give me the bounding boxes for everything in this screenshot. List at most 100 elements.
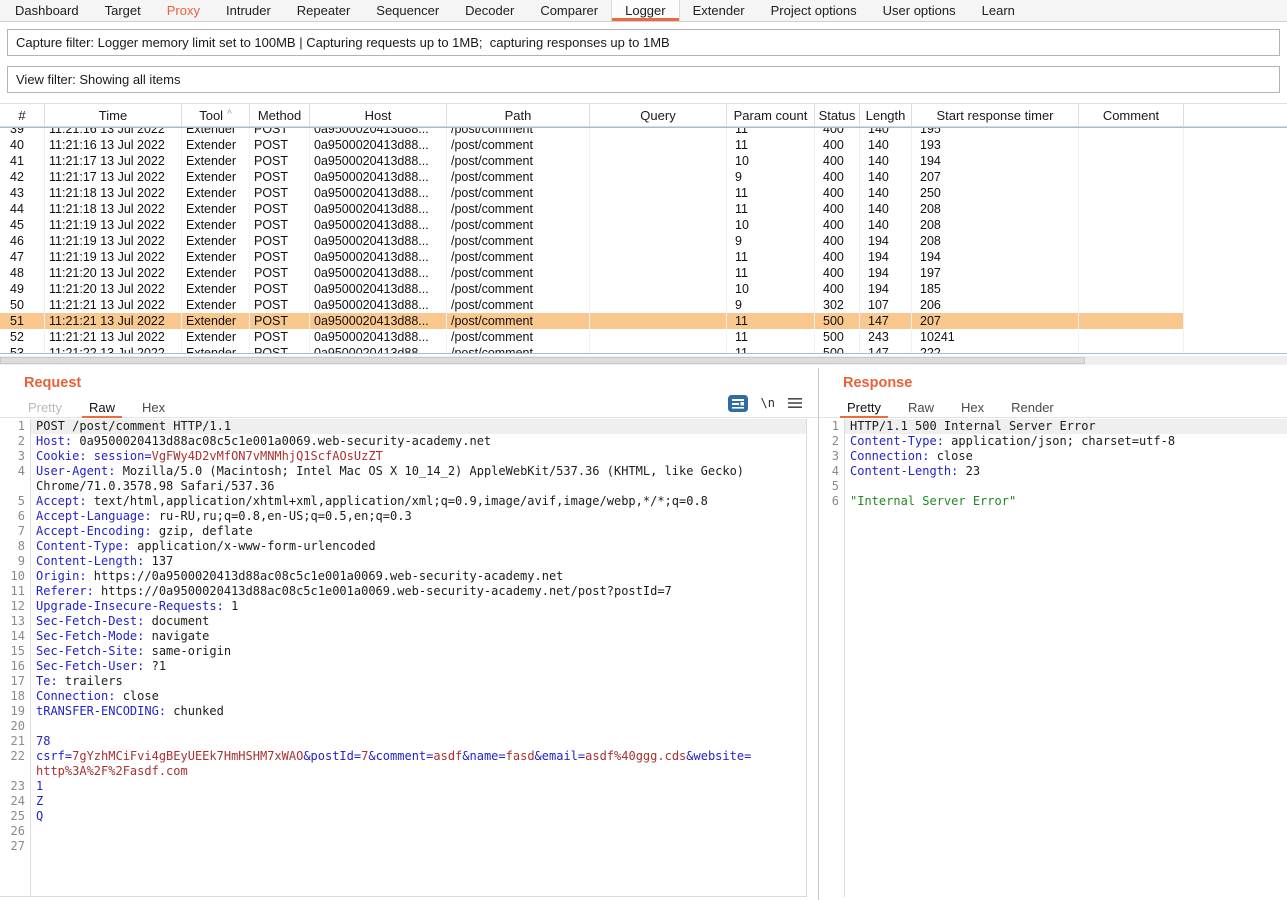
line-content: Host: 0a9500020413d88ac08c5c1e001a0069.w… (31, 434, 806, 449)
cell-start-response-timer: 208 (912, 201, 1079, 217)
cell-tool: Extender (182, 153, 250, 169)
column-header-status[interactable]: Status (815, 104, 860, 126)
cell-start-response-timer: 193 (912, 137, 1079, 153)
request-tab-pretty[interactable]: Pretty (28, 400, 62, 415)
table-row[interactable]: 4911:21:20 13 Jul 2022ExtenderPOST0a9500… (0, 281, 1287, 297)
table-row[interactable]: 5211:21:21 13 Jul 2022ExtenderPOST0a9500… (0, 329, 1287, 345)
column-header-spacer[interactable] (1184, 104, 1287, 126)
table-row[interactable]: 4411:21:18 13 Jul 2022ExtenderPOST0a9500… (0, 201, 1287, 217)
response-tab-raw[interactable]: Raw (908, 400, 934, 415)
column-header-[interactable]: # (0, 104, 45, 126)
column-header-length[interactable]: Length (860, 104, 912, 126)
request-editor[interactable]: 1POST /post/comment HTTP/1.12Host: 0a950… (0, 419, 807, 897)
menu-tab-decoder[interactable]: Decoder (452, 0, 527, 21)
table-row[interactable]: 4711:21:19 13 Jul 2022ExtenderPOST0a9500… (0, 249, 1287, 265)
cell-spacer (1184, 281, 1287, 297)
response-tab-render[interactable]: Render (1011, 400, 1054, 415)
request-tab-hex[interactable]: Hex (142, 400, 165, 415)
editor-line: 2Content-Type: application/json; charset… (819, 434, 1287, 449)
cell-method: POST (250, 185, 310, 201)
menu-tab-extender[interactable]: Extender (680, 0, 758, 21)
newline-toggle-icon[interactable]: \n (761, 396, 775, 410)
cell-query (590, 127, 727, 137)
table-row[interactable]: 4511:21:19 13 Jul 2022ExtenderPOST0a9500… (0, 217, 1287, 233)
editor-line: 3Connection: close (819, 449, 1287, 464)
log-table[interactable]: 3911:21:16 13 Jul 2022ExtenderPOST0a9500… (0, 127, 1287, 354)
line-number: 9 (0, 554, 31, 569)
line-number: 16 (0, 659, 31, 674)
line-content: Origin: https://0a9500020413d88ac08c5c1e… (31, 569, 806, 584)
editor-menu-icon[interactable] (788, 397, 802, 409)
column-header-method[interactable]: Method (250, 104, 310, 126)
column-header-comment[interactable]: Comment (1079, 104, 1184, 126)
view-filter-bar[interactable]: View filter: Showing all items (7, 66, 1280, 93)
table-row[interactable]: 4011:21:16 13 Jul 2022ExtenderPOST0a9500… (0, 137, 1287, 153)
cell-method: POST (250, 233, 310, 249)
cell-: 52 (0, 329, 45, 345)
table-horizontal-scrollbar[interactable] (0, 356, 1287, 365)
table-row[interactable]: 4211:21:17 13 Jul 2022ExtenderPOST0a9500… (0, 169, 1287, 185)
request-editor-lines: 1POST /post/comment HTTP/1.12Host: 0a950… (0, 419, 806, 854)
response-editor[interactable]: 1HTTP/1.1 500 Internal Server Error2Cont… (819, 419, 1287, 897)
menu-tab-sequencer[interactable]: Sequencer (363, 0, 452, 21)
cell-status: 400 (815, 265, 860, 281)
menu-tab-repeater[interactable]: Repeater (284, 0, 363, 21)
column-header-start-response-timer[interactable]: Start response timer (912, 104, 1079, 126)
menu-tab-learn[interactable]: Learn (969, 0, 1028, 21)
cell-tool: Extender (182, 329, 250, 345)
table-row[interactable]: 4311:21:18 13 Jul 2022ExtenderPOST0a9500… (0, 185, 1287, 201)
cell-query (590, 137, 727, 153)
pretty-print-icon[interactable] (728, 395, 748, 412)
menu-tab-proxy[interactable]: Proxy (154, 0, 213, 21)
table-row[interactable]: 4111:21:17 13 Jul 2022ExtenderPOST0a9500… (0, 153, 1287, 169)
cell-comment (1079, 169, 1184, 185)
editor-line: 10Origin: https://0a9500020413d88ac08c5c… (0, 569, 806, 584)
request-tab-raw[interactable]: Raw (89, 400, 115, 415)
table-row[interactable]: 5011:21:21 13 Jul 2022ExtenderPOST0a9500… (0, 297, 1287, 313)
cell-tool: Extender (182, 265, 250, 281)
editor-line: 19tRANSFER-ENCODING: chunked (0, 704, 806, 719)
table-row[interactable]: 4811:21:20 13 Jul 2022ExtenderPOST0a9500… (0, 265, 1287, 281)
response-tab-row: Pretty Raw Hex Render (819, 398, 1287, 418)
line-content: Sec-Fetch-Dest: document (31, 614, 806, 629)
cell-time: 11:21:19 13 Jul 2022 (45, 233, 182, 249)
editor-line: 7Accept-Encoding: gzip, deflate (0, 524, 806, 539)
cell-tool: Extender (182, 297, 250, 313)
cell-host: 0a9500020413d88... (310, 137, 447, 153)
scrollbar-thumb[interactable] (0, 357, 1085, 364)
cell-tool: Extender (182, 233, 250, 249)
response-tab-pretty[interactable]: Pretty (847, 400, 881, 415)
line-content: Accept-Language: ru-RU,ru;q=0.8,en-US;q=… (31, 509, 806, 524)
line-number: 14 (0, 629, 31, 644)
cell-tool: Extender (182, 313, 250, 329)
capture-filter-text: Capture filter: Logger memory limit set … (16, 35, 670, 50)
table-row[interactable]: 5311:21:22 13 Jul 2022ExtenderPOST0a9500… (0, 345, 1287, 354)
capture-filter-bar[interactable]: Capture filter: Logger memory limit set … (7, 29, 1280, 56)
table-row[interactable]: 5111:21:21 13 Jul 2022ExtenderPOST0a9500… (0, 313, 1287, 329)
menu-tab-dashboard[interactable]: Dashboard (2, 0, 92, 21)
column-header-query[interactable]: Query (590, 104, 727, 126)
menu-tab-target[interactable]: Target (92, 0, 154, 21)
response-tab-hex[interactable]: Hex (961, 400, 984, 415)
column-label: Status (819, 108, 856, 123)
column-header-param-count[interactable]: Param count (727, 104, 815, 126)
cell-status: 400 (815, 127, 860, 137)
cell-path: /post/comment (447, 329, 590, 345)
column-header-host[interactable]: Host (310, 104, 447, 126)
column-header-path[interactable]: Path (447, 104, 590, 126)
menu-tab-intruder[interactable]: Intruder (213, 0, 284, 21)
cell-comment (1079, 153, 1184, 169)
menu-tab-user-options[interactable]: User options (870, 0, 969, 21)
table-row[interactable]: 4611:21:19 13 Jul 2022ExtenderPOST0a9500… (0, 233, 1287, 249)
column-header-time[interactable]: Time (45, 104, 182, 126)
cell-query (590, 265, 727, 281)
cell-start-response-timer: 206 (912, 297, 1079, 313)
menu-tab-logger[interactable]: Logger (611, 0, 679, 21)
editor-line: 5 (819, 479, 1287, 494)
menu-tab-comparer[interactable]: Comparer (527, 0, 611, 21)
cell-start-response-timer: 10241 (912, 329, 1079, 345)
table-row[interactable]: 3911:21:16 13 Jul 2022ExtenderPOST0a9500… (0, 127, 1287, 137)
menu-tab-project-options[interactable]: Project options (758, 0, 870, 21)
column-header-tool[interactable]: Tool^ (182, 104, 250, 126)
cell-status: 302 (815, 297, 860, 313)
